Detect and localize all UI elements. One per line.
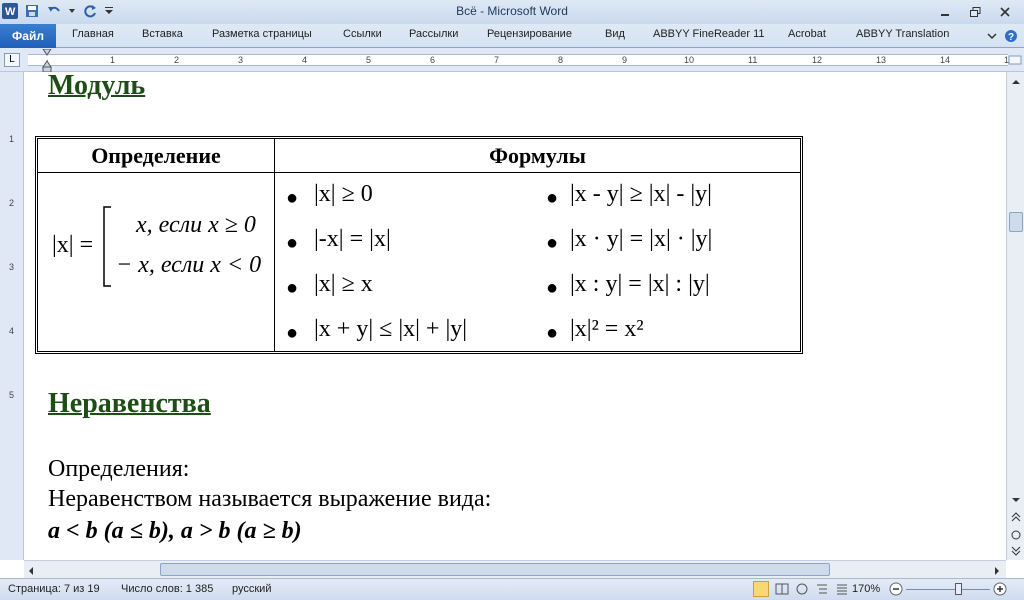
tab-file[interactable]: Файл [0,24,56,48]
ruler-tick-label: 13 [876,55,887,65]
formula-triangle: |x + y| ≤ |x| + |y| [314,316,468,342]
close-icon[interactable] [990,3,1020,21]
tab-home[interactable]: Главная [72,28,114,40]
ruler-tick-label: 2 [174,55,180,65]
scroll-up-icon[interactable] [1010,74,1022,92]
vruler-tick-label: 2 [9,198,15,208]
tab-abbyy-translation[interactable]: ABBYY Translation [856,28,949,40]
status-bar: Страница: 7 из 19 Число слов: 1 385 русс… [0,578,1024,600]
bullet: ● [546,232,559,254]
svg-text:?: ? [1008,32,1014,43]
word-window: W Всё - Microsoft Word Главная Вставка Р… [0,0,1024,600]
def-case-negative: − x, если x < 0 [116,252,262,278]
status-language[interactable]: русский [232,583,271,595]
vruler-tick-label: 5 [9,390,15,400]
status-word-count[interactable]: Число слов: 1 385 [121,583,213,595]
ruler-strip[interactable]: · 1 2 3 4 5 6 7 8 9 10 11 12 13 14 15 [28,48,1014,73]
previous-page-icon[interactable] [1010,510,1022,528]
ruler-tick-label: 6 [430,55,436,65]
def-modulus-lhs: |x| = [52,232,94,258]
document-page[interactable]: Модуль Определение Формулы |x| = x, если… [24,72,1006,560]
heading-modul: Модуль [48,72,146,101]
help-icon[interactable]: ? [1004,29,1018,48]
bullet: ● [546,277,559,299]
zoom-slider[interactable] [906,589,990,590]
next-page-icon[interactable] [1010,544,1022,562]
tab-abbyy-finereader[interactable]: ABBYY FineReader 11 [653,28,765,40]
ruler-tick-label: 8 [558,55,564,65]
zoom-slider-thumb[interactable] [955,583,962,595]
window-controls [930,3,1020,21]
tab-selector-icon[interactable]: L [4,53,20,67]
tab-insert[interactable]: Вставка [142,28,183,40]
formula-square: |x|² = x² [570,316,644,342]
bullet: ● [286,322,299,344]
vruler-tick-label: 3 [9,262,15,272]
zoom-out-icon[interactable] [889,582,903,599]
ribbon-tabs: Главная Вставка Разметка страницы Ссылки… [0,24,1024,48]
bullet: ● [546,322,559,344]
restore-icon[interactable] [960,3,990,21]
web-layout-icon[interactable] [795,582,809,599]
bullet: ● [286,277,299,299]
table-header-formulas: Формулы [275,139,800,173]
bullet: ● [286,232,299,254]
tab-references[interactable]: Ссылки [343,28,382,40]
zoom-level[interactable]: 170% [852,583,880,595]
view-ruler-icon[interactable] [1008,53,1022,72]
paragraph-inequality-def: Неравенством называется выражение вида: [48,486,492,512]
def-bracket [102,206,112,293]
def-case-positive: x, если x ≥ 0 [136,212,256,238]
bullet: ● [286,187,299,209]
ruler-tick-label: 5 [366,55,372,65]
scroll-down-icon[interactable] [1010,492,1022,510]
vruler-tick-label: 4 [9,326,15,336]
vruler-tick-label: 1 [9,134,15,144]
ruler-tick-label: 9 [622,55,628,65]
horizontal-scroll-thumb[interactable] [160,563,830,576]
ruler-tick-label: 10 [684,55,695,65]
outline-view-icon[interactable] [815,582,829,599]
ruler-tick-label: 4 [302,55,308,65]
full-screen-reading-icon[interactable] [775,582,789,599]
title-bar: W Всё - Microsoft Word [0,0,1024,24]
horizontal-ruler[interactable]: L · 1 2 3 4 5 6 7 8 9 10 11 12 13 14 15 [0,48,1024,73]
ruler-tick-label: 3 [238,55,244,65]
tab-view[interactable]: Вид [605,28,625,40]
print-layout-icon[interactable] [753,581,769,597]
ruler-tick-label: 1 [110,55,116,65]
table-divider [274,139,275,351]
minimize-ribbon-icon[interactable] [986,29,998,47]
horizontal-scrollbar[interactable] [24,560,1006,578]
formula-quotient: |x : y| = |x| : |y| [570,271,710,297]
ruler-tick-label: 7 [494,55,500,65]
paragraph-inequality-forms: a < b (a ≤ b), a > b (a ≥ b) [48,518,302,544]
formula-diff: |x - y| ≥ |x| - |y| [570,181,712,207]
ruler-tick-label: 14 [940,55,951,65]
formula-product: |x · y| = |x| · |y| [570,226,713,252]
minimize-icon[interactable] [930,3,960,21]
draft-view-icon[interactable] [835,582,849,599]
tab-mailings[interactable]: Рассылки [409,28,458,40]
tab-review[interactable]: Рецензирование [487,28,572,40]
formula-abs-nonneg: |x| ≥ 0 [314,181,373,207]
tab-acrobat[interactable]: Acrobat [788,28,826,40]
heading-inequalities: Неравенства [48,388,211,419]
paragraph-definitions: Определения: [48,456,190,482]
tab-page-layout[interactable]: Разметка страницы [212,28,312,40]
window-title: Всё - Microsoft Word [456,4,568,18]
status-page[interactable]: Страница: 7 из 19 [8,583,100,595]
definition-cell: |x| = x, если x ≥ 0 − x, если x < 0 [38,174,274,351]
modulus-table: Определение Формулы |x| = x, если x ≥ 0 … [35,136,803,354]
vertical-ruler[interactable]: 1 2 3 4 5 [0,72,24,560]
ruler-tick-label: 12 [812,55,823,65]
zoom-in-icon[interactable] [993,582,1007,599]
formula-abs-neg: |-x| = |x| [314,226,391,252]
vertical-scroll-thumb[interactable] [1009,212,1023,232]
table-header-definition: Определение [38,139,274,173]
ruler-tick-label: 11 [748,55,758,65]
vertical-scrollbar[interactable] [1006,72,1024,560]
formula-abs-ge-x: |x| ≥ x [314,271,373,297]
bullet: ● [546,187,559,209]
